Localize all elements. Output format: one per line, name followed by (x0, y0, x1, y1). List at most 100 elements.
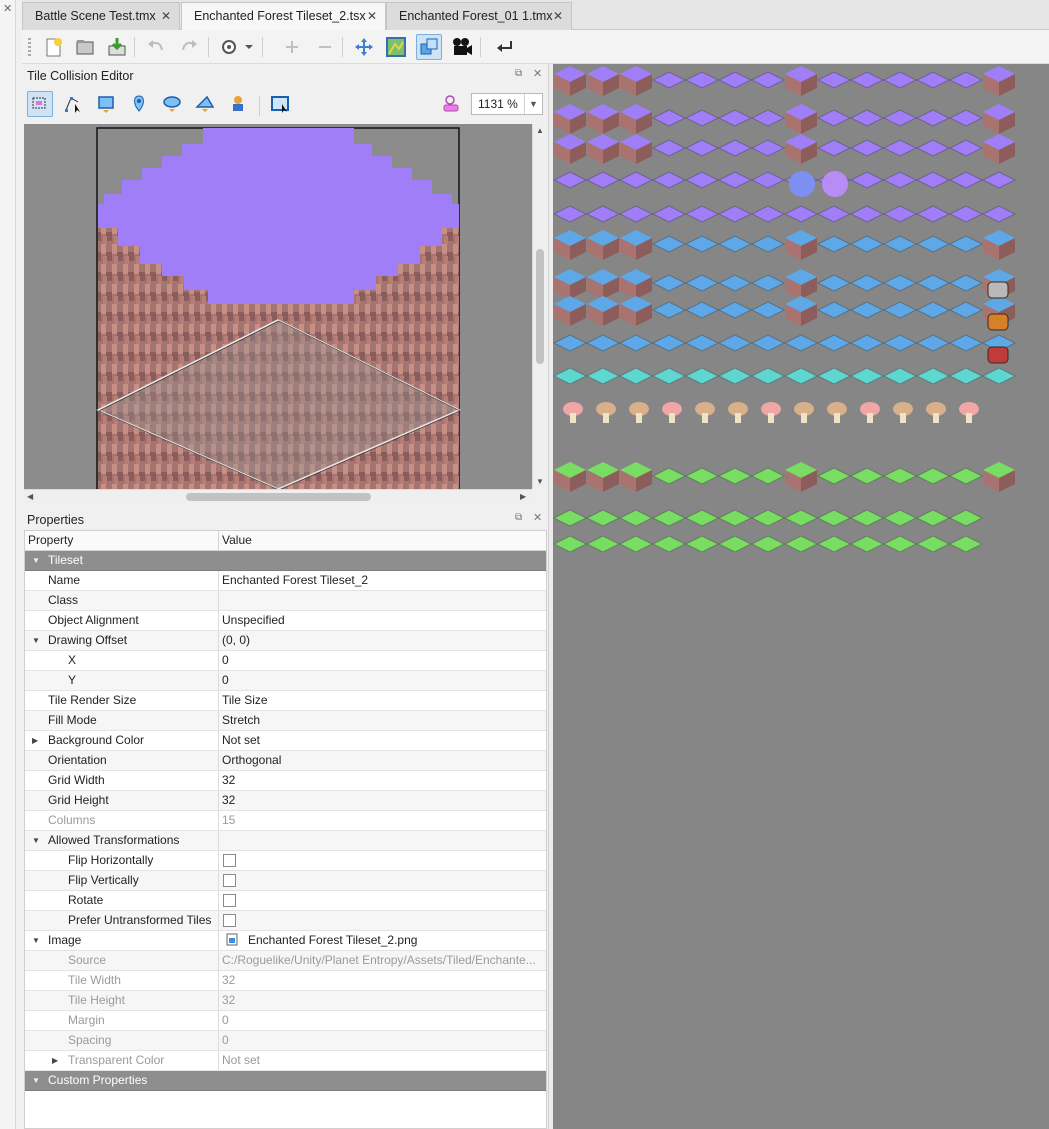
tile[interactable] (882, 139, 918, 157)
tile[interactable] (849, 109, 885, 127)
scroll-up-icon[interactable]: ▲ (536, 126, 544, 135)
tile[interactable] (882, 205, 918, 223)
property-row[interactable]: Columns 15 (25, 811, 546, 831)
return-icon[interactable] (492, 34, 518, 60)
tile[interactable] (717, 274, 753, 292)
scroll-thumb[interactable] (536, 249, 544, 364)
property-row[interactable]: Flip Horizontally (25, 851, 546, 871)
tile[interactable] (783, 205, 819, 223)
tile[interactable] (553, 509, 588, 527)
chevron-down-icon[interactable]: ▼ (32, 631, 40, 650)
tile[interactable] (618, 334, 654, 352)
tile[interactable] (684, 235, 720, 253)
property-value-cell[interactable]: 32 (219, 771, 546, 790)
tile[interactable] (684, 205, 720, 223)
value-column-header[interactable]: Value (219, 531, 252, 550)
tile[interactable] (915, 467, 951, 485)
tile[interactable] (948, 367, 984, 385)
tile[interactable] (585, 535, 621, 553)
tile[interactable] (915, 109, 951, 127)
property-row[interactable]: X0 (25, 651, 546, 671)
property-value-cell[interactable]: Stretch (219, 711, 546, 730)
tile[interactable] (651, 509, 687, 527)
tab-battle-scene[interactable]: Battle Scene Test.tmx ✕ (22, 2, 180, 30)
property-row[interactable]: Prefer Untransformed Tiles (25, 911, 546, 931)
property-row[interactable]: Tile Width 32 (25, 971, 546, 991)
terrain-icon[interactable] (383, 34, 409, 60)
chevron-down-icon[interactable]: ▼ (524, 94, 542, 114)
tile[interactable] (750, 235, 786, 253)
tile[interactable] (717, 71, 753, 89)
tile[interactable] (553, 367, 588, 385)
close-icon[interactable]: ✕ (161, 3, 171, 29)
tile[interactable] (915, 274, 951, 292)
scroll-thumb[interactable] (186, 493, 371, 501)
tile[interactable] (750, 109, 786, 127)
tile[interactable] (750, 205, 786, 223)
property-row[interactable]: Tile Render Size Tile Size (25, 691, 546, 711)
tile[interactable] (882, 334, 918, 352)
tile[interactable] (651, 367, 687, 385)
property-row[interactable]: Spacing 0 (25, 1031, 546, 1051)
tile[interactable] (717, 139, 753, 157)
tile[interactable] (783, 334, 819, 352)
tile[interactable] (915, 334, 951, 352)
checkbox[interactable] (223, 894, 236, 907)
property-value-cell[interactable]: Tile Size (219, 691, 546, 710)
tile[interactable] (651, 235, 687, 253)
tile[interactable] (618, 205, 654, 223)
close-icon[interactable]: ✕ (367, 3, 377, 29)
tile[interactable] (651, 274, 687, 292)
tile[interactable] (948, 109, 984, 127)
property-row[interactable]: Grid Width 32 (25, 771, 546, 791)
tile[interactable] (651, 301, 687, 319)
tile[interactable] (651, 171, 687, 189)
property-value-cell[interactable]: 0 (219, 651, 546, 670)
tile[interactable] (684, 509, 720, 527)
property-row[interactable]: ▼ Drawing Offset (0, 0) (25, 631, 546, 651)
tile[interactable] (816, 139, 852, 157)
tile[interactable] (849, 535, 885, 553)
tile[interactable] (585, 205, 621, 223)
tile[interactable] (684, 535, 720, 553)
property-value-cell[interactable] (219, 851, 546, 870)
tile[interactable] (651, 205, 687, 223)
edit-polygons-icon[interactable] (60, 91, 86, 117)
tile[interactable] (948, 301, 984, 319)
tile[interactable] (553, 334, 588, 352)
property-value-cell[interactable]: (0, 0) (219, 631, 546, 650)
add-icon[interactable] (279, 34, 305, 60)
tile[interactable] (816, 334, 852, 352)
property-value-cell[interactable] (219, 831, 546, 850)
property-value-cell[interactable]: Not set (219, 731, 546, 750)
tile[interactable] (948, 171, 984, 189)
tile[interactable] (816, 367, 852, 385)
tile[interactable] (948, 205, 984, 223)
tile[interactable] (816, 109, 852, 127)
tile[interactable] (651, 139, 687, 157)
chevron-right-icon[interactable]: ▶ (52, 1051, 58, 1070)
tile[interactable] (717, 467, 753, 485)
tile[interactable] (651, 467, 687, 485)
tile[interactable] (882, 367, 918, 385)
detect-bounds-icon[interactable] (267, 91, 293, 117)
tile[interactable] (750, 334, 786, 352)
tile[interactable] (618, 535, 654, 553)
tile[interactable] (816, 71, 852, 89)
property-value-cell[interactable]: 0 (219, 671, 546, 690)
tile[interactable] (849, 235, 885, 253)
tile[interactable] (915, 509, 951, 527)
tile[interactable] (750, 367, 786, 385)
close-icon[interactable]: ✕ (3, 2, 12, 15)
chevron-down-icon[interactable]: ▼ (32, 1071, 40, 1090)
tile[interactable] (684, 71, 720, 89)
tile[interactable] (783, 509, 819, 527)
property-value-cell[interactable] (219, 871, 546, 890)
close-icon[interactable]: ✕ (553, 3, 563, 29)
checkbox[interactable] (223, 874, 236, 887)
tile[interactable] (750, 467, 786, 485)
tile[interactable] (651, 535, 687, 553)
property-row[interactable]: Class (25, 591, 546, 611)
tile[interactable] (981, 205, 1017, 223)
collision-canvas[interactable] (24, 124, 532, 489)
